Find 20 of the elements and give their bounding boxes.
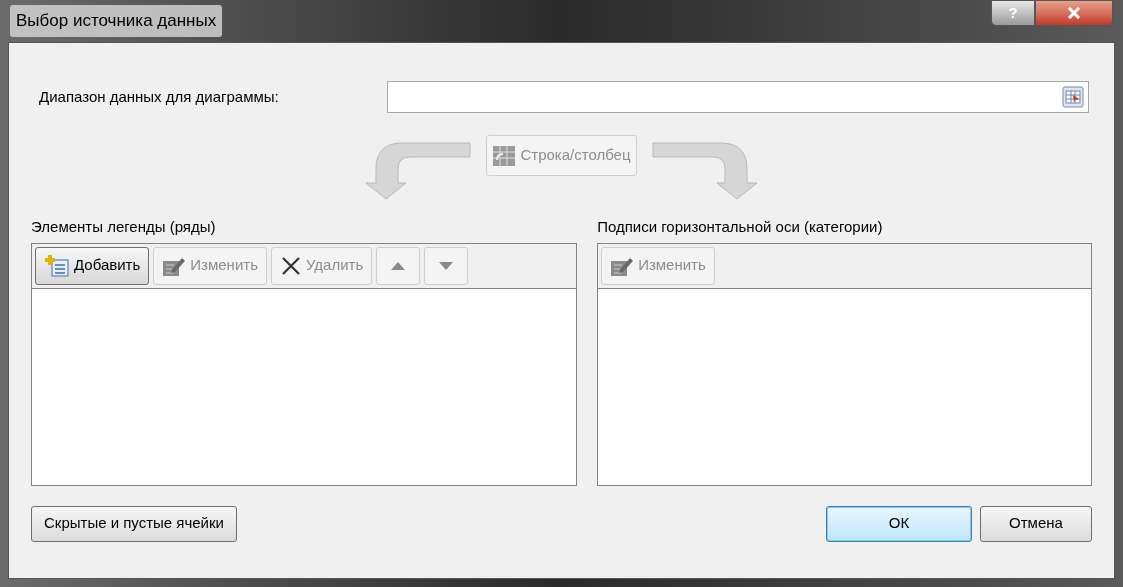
down-triangle-icon (438, 260, 455, 271)
axis-section-label: Подписи горизонтальной оси (категории) (597, 217, 884, 237)
close-icon (1067, 7, 1081, 19)
close-button[interactable] (1035, 0, 1113, 26)
legend-section-label: Элементы легенды (ряды) (31, 217, 217, 237)
add-button[interactable]: Добавить (35, 246, 150, 285)
hidden-cells-button[interactable]: Скрытые и пустые ячейки (31, 505, 237, 542)
curved-arrow-icon (650, 141, 757, 201)
delete-x-icon (279, 254, 302, 277)
range-field[interactable] (387, 81, 1089, 113)
add-list-icon (44, 253, 70, 278)
window-title: Выбор источника данных (10, 5, 223, 37)
table-swap-icon (492, 143, 517, 168)
up-triangle-icon (390, 260, 407, 271)
ok-button[interactable]: ОК (826, 505, 972, 542)
range-label: Диапазон данных для диаграммы: (39, 86, 280, 107)
help-button[interactable]: ? (991, 0, 1035, 26)
cancel-button[interactable]: Отмена (980, 505, 1092, 542)
collapse-dialog-icon[interactable] (1062, 86, 1084, 108)
curved-arrow-icon (366, 141, 473, 201)
